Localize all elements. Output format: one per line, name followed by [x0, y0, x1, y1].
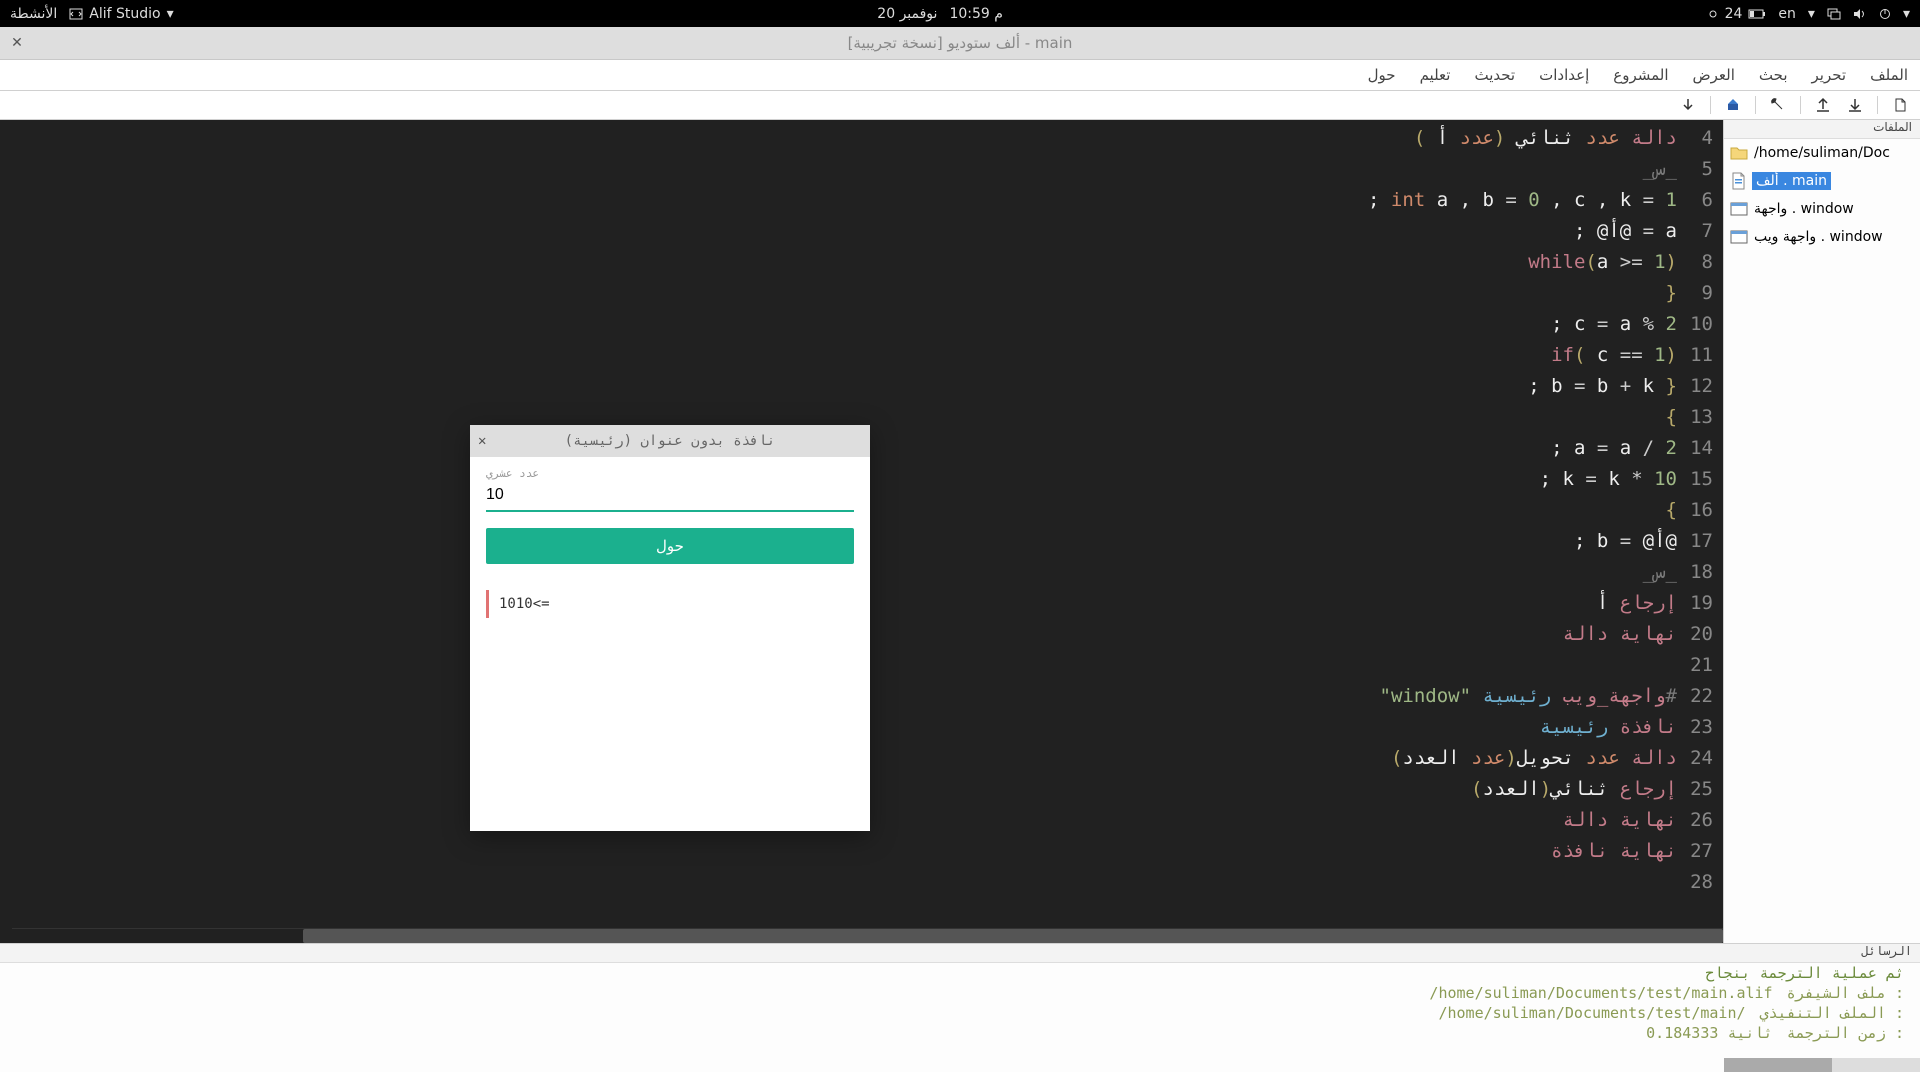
- win-icon: [1730, 201, 1748, 217]
- volume-icon[interactable]: [1853, 8, 1867, 20]
- menu-search[interactable]: بحث: [1747, 66, 1800, 84]
- menu-edit[interactable]: تحرير: [1800, 66, 1859, 84]
- brightness-icon: [1707, 8, 1719, 20]
- file-label: واجهة . window: [1754, 201, 1854, 217]
- file-item[interactable]: ألف . main: [1724, 167, 1920, 195]
- dialog-close-button[interactable]: ✕: [478, 433, 486, 449]
- export-button[interactable]: [1809, 94, 1837, 116]
- import-button[interactable]: [1841, 94, 1869, 116]
- menubar: حول تعليم تحديث إعدادات المشروع العرض بح…: [0, 60, 1920, 91]
- tool-button[interactable]: [1764, 94, 1792, 116]
- app-menu[interactable]: Alif Studio ▾: [69, 6, 173, 22]
- menu-learn[interactable]: تعليم: [1408, 66, 1463, 84]
- dropdown-icon: ▾: [1808, 6, 1815, 22]
- lang-indicator[interactable]: en: [1778, 6, 1796, 22]
- alif-icon: [1730, 172, 1746, 190]
- menu-project[interactable]: المشروع: [1601, 66, 1680, 84]
- new-file-button[interactable]: [1886, 94, 1914, 116]
- code-editor[interactable]: 4567891011121314151617181920212223242526…: [12, 120, 1723, 943]
- build-button[interactable]: [1719, 94, 1747, 116]
- clock[interactable]: 20 نوفمبر 10:59 م: [877, 6, 1003, 22]
- file-label: واجهة ويب . window: [1754, 229, 1883, 245]
- result-output: 1010<=: [486, 590, 854, 618]
- dropdown-icon: ▾: [1903, 6, 1910, 22]
- file-item[interactable]: واجهة ويب . window: [1724, 223, 1920, 251]
- window-titlebar: ✕ ألف ستوديو [نسخة تجريبية] - main: [0, 27, 1920, 60]
- editor-hscroll[interactable]: [12, 928, 1723, 943]
- activities-button[interactable]: الأنشطة: [10, 6, 57, 22]
- menu-update[interactable]: تحديث: [1462, 66, 1527, 84]
- message-row: /home/suliman/Documents/test/main.alif: …: [0, 983, 1920, 1003]
- field-label: عدد عشري: [486, 467, 854, 480]
- message-row: 0.184333 ثانية: زمن الترجمة: [0, 1023, 1920, 1043]
- battery-icon: [1748, 9, 1766, 19]
- messages-hscroll[interactable]: [1724, 1058, 1920, 1072]
- run-down-button[interactable]: [1674, 94, 1702, 116]
- file-sidebar: الملفات /home/suliman/Doc ألف . main واجهة…: [1723, 120, 1920, 943]
- messages-panel: الرسائل ثم عملية الترجمة بنجاح/home/suli…: [0, 943, 1920, 1072]
- dialog-title: (رئيسية) نافذة بدون عنوان: [470, 433, 870, 449]
- system-bar: الأنشطة Alif Studio ▾ 20 نوفمبر 10:59 م …: [0, 0, 1920, 27]
- menu-file[interactable]: الملف: [1858, 66, 1920, 84]
- power-icon[interactable]: [1879, 8, 1891, 20]
- file-item[interactable]: /home/suliman/Doc: [1724, 139, 1920, 167]
- battery-pct: 24: [1725, 6, 1743, 22]
- menu-about[interactable]: حول: [1356, 66, 1408, 84]
- window-close-button[interactable]: ✕: [8, 34, 26, 52]
- file-label: /home/suliman/Doc: [1754, 145, 1890, 161]
- toolbar: [0, 91, 1920, 120]
- win-icon: [1730, 229, 1748, 245]
- windows-icon[interactable]: [1827, 8, 1841, 20]
- folder-icon: [1730, 145, 1748, 161]
- decimal-input[interactable]: [486, 480, 854, 512]
- convert-button[interactable]: حول: [486, 528, 854, 564]
- menu-view[interactable]: العرض: [1681, 66, 1747, 84]
- code-icon: [69, 7, 83, 21]
- message-row: /home/suliman/Documents/test/main/: المل…: [0, 1003, 1920, 1023]
- sidebar-header: الملفات: [1724, 120, 1920, 139]
- file-label: ألف . main: [1752, 172, 1831, 190]
- line-gutter: 4567891011121314151617181920212223242526…: [1677, 120, 1723, 943]
- dropdown-icon: ▾: [167, 6, 174, 22]
- messages-header: الرسائل: [0, 944, 1920, 963]
- window-title: ألف ستوديو [نسخة تجريبية] - main: [0, 34, 1920, 52]
- file-item[interactable]: واجهة . window: [1724, 195, 1920, 223]
- message-row: ثم عملية الترجمة بنجاح: [0, 963, 1920, 983]
- menu-settings[interactable]: إعدادات: [1527, 66, 1601, 84]
- preview-dialog: ✕ (رئيسية) نافذة بدون عنوان عدد عشري حول…: [470, 425, 870, 831]
